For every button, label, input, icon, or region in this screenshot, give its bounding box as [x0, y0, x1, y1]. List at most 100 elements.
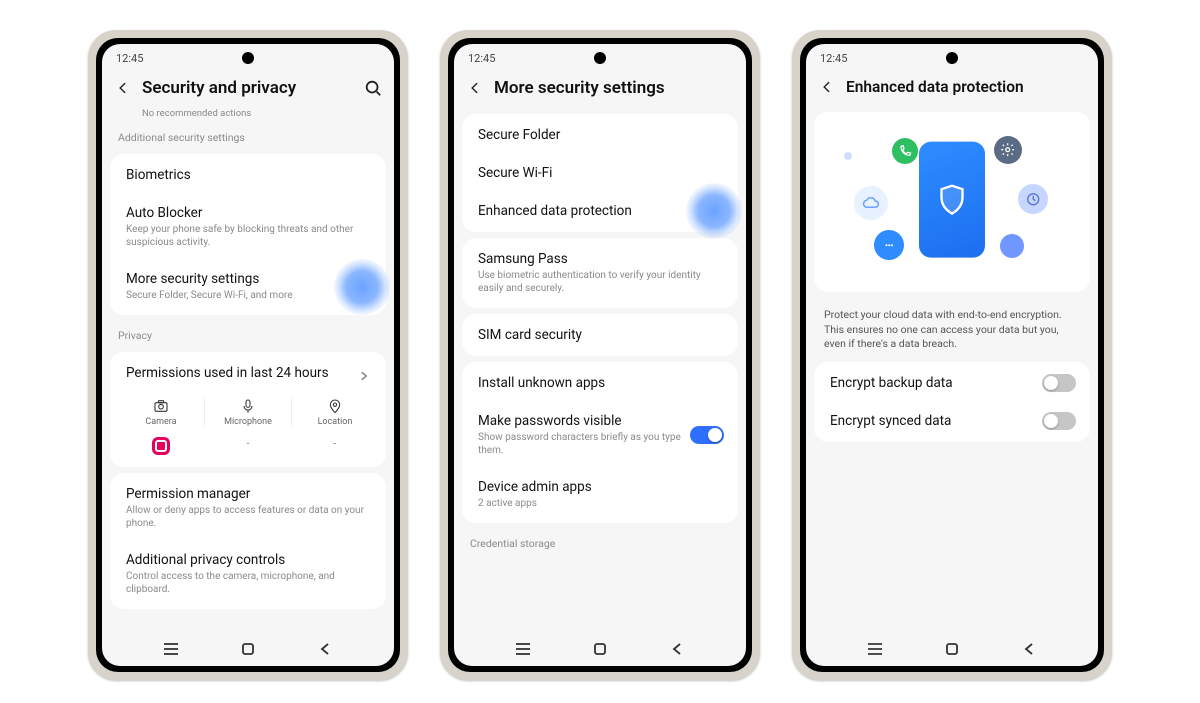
- perm-loc-label: Location: [318, 417, 353, 427]
- permission-manager-label: Permission manager: [126, 486, 370, 502]
- nav-back-button[interactable]: [1009, 639, 1049, 659]
- row-secure-folder[interactable]: Secure Folder: [462, 116, 738, 154]
- row-permission-manager[interactable]: Permission manager Allow or deny apps to…: [110, 475, 386, 541]
- row-install-unknown[interactable]: Install unknown apps: [462, 364, 738, 402]
- content-area: No recommended actions Additional securi…: [102, 108, 394, 632]
- more-security-label: More security settings: [126, 271, 370, 287]
- row-permissions-24h[interactable]: Permissions used in last 24 hours: [110, 354, 386, 392]
- app-icon: [152, 437, 170, 455]
- section-additional-label: Additional security settings: [102, 123, 394, 148]
- nav-back-button[interactable]: [657, 639, 697, 659]
- phone-bezel: 12:45 More security settings Secure Fold…: [448, 38, 752, 672]
- auto-blocker-label: Auto Blocker: [126, 205, 370, 221]
- title-bar: Security and privacy: [102, 72, 394, 108]
- search-icon[interactable]: [364, 79, 382, 97]
- encrypt-backup-label: Encrypt backup data: [830, 375, 1034, 391]
- enhanced-label: Enhanced data protection: [478, 203, 722, 219]
- back-button[interactable]: [114, 79, 132, 97]
- encrypt-backup-toggle[interactable]: [1042, 374, 1076, 392]
- card-permissions-24h: Permissions used in last 24 hours Camera…: [110, 352, 386, 467]
- nav-recents-button[interactable]: [855, 639, 895, 659]
- phone-call-icon: [892, 138, 918, 164]
- description-text: Protect your cloud data with end-to-end …: [806, 298, 1098, 356]
- clock-icon: [1018, 184, 1048, 214]
- phone-frame-2: 12:45 More security settings Secure Fold…: [440, 30, 760, 680]
- pwvis-sub: Show password characters briefly as you …: [478, 431, 682, 457]
- additional-privacy-sub: Control access to the camera, microphone…: [126, 570, 370, 596]
- page-title: Security and privacy: [142, 78, 354, 98]
- phone-frame-1: 12:45 Security and privacy No recommende…: [88, 30, 408, 680]
- status-time: 12:45: [468, 52, 495, 65]
- row-encrypt-synced[interactable]: Encrypt synced data: [814, 402, 1090, 440]
- card-additional-security: Biometrics Auto Blocker Keep your phone …: [110, 154, 386, 315]
- row-sim-security[interactable]: SIM card security: [462, 316, 738, 354]
- row-additional-privacy[interactable]: Additional privacy controls Control acce…: [110, 541, 386, 607]
- phone-bezel: 12:45 Security and privacy No recommende…: [96, 38, 400, 672]
- perm-col-microphone[interactable]: Microphone: [205, 398, 292, 427]
- title-bar: More security settings: [454, 72, 746, 108]
- nav-recents-button[interactable]: [151, 639, 191, 659]
- row-enhanced-data-protection[interactable]: Enhanced data protection: [462, 192, 738, 230]
- content-area: Protect your cloud data with end-to-end …: [806, 106, 1098, 632]
- sim-label: SIM card security: [478, 327, 722, 343]
- row-device-admin[interactable]: Device admin apps 2 active apps: [462, 468, 738, 521]
- more-security-sub: Secure Folder, Secure Wi-Fi, and more: [126, 289, 370, 302]
- perm-app-mic: -: [205, 437, 292, 455]
- section-privacy-label: Privacy: [102, 321, 394, 346]
- microphone-icon: [240, 398, 256, 414]
- nav-home-button[interactable]: [228, 639, 268, 659]
- no-recommended-text: No recommended actions: [102, 108, 394, 123]
- nav-recents-button[interactable]: [503, 639, 543, 659]
- back-button[interactable]: [466, 79, 484, 97]
- toggle-knob: [708, 428, 722, 442]
- auto-blocker-sub: Keep your phone safe by blocking threats…: [126, 223, 370, 249]
- card-encrypt-options: Encrypt backup data Encrypt synced data: [814, 362, 1090, 442]
- gear-icon: [994, 136, 1022, 164]
- card-samsung-pass: Samsung Pass Use biometric authenticatio…: [462, 238, 738, 308]
- row-encrypt-backup[interactable]: Encrypt backup data: [814, 364, 1090, 402]
- back-button[interactable]: [818, 78, 836, 96]
- nav-home-button[interactable]: [932, 639, 972, 659]
- status-time: 12:45: [116, 52, 143, 65]
- perm-col-location[interactable]: Location: [292, 398, 378, 427]
- row-secure-wifi[interactable]: Secure Wi-Fi: [462, 154, 738, 192]
- pwvis-toggle[interactable]: [690, 426, 724, 444]
- dot-icon: [1000, 234, 1024, 258]
- encrypt-synced-toggle[interactable]: [1042, 412, 1076, 430]
- toggle-knob: [1044, 414, 1058, 428]
- row-samsung-pass[interactable]: Samsung Pass Use biometric authenticatio…: [462, 240, 738, 306]
- card-install-pw: Install unknown apps Make passwords visi…: [462, 362, 738, 523]
- nav-bar: [454, 632, 746, 666]
- nav-home-button[interactable]: [580, 639, 620, 659]
- screen-security-privacy: 12:45 Security and privacy No recommende…: [102, 44, 394, 666]
- perm-col-camera[interactable]: Camera: [118, 398, 205, 427]
- screen-enhanced-data-protection: 12:45 Enhanced data protection Protect y…: [806, 44, 1098, 666]
- permissions-24h-label: Permissions used in last 24 hours: [126, 365, 329, 381]
- permissions-apps-row: - -: [110, 437, 386, 465]
- secure-folder-label: Secure Folder: [478, 127, 722, 143]
- install-unknown-label: Install unknown apps: [478, 375, 722, 391]
- perm-app-loc: -: [291, 437, 378, 455]
- row-more-security[interactable]: More security settings Secure Folder, Se…: [110, 260, 386, 313]
- nav-bar: [102, 632, 394, 666]
- phone-bezel: 12:45 Enhanced data protection Protect y…: [800, 38, 1104, 672]
- row-auto-blocker[interactable]: Auto Blocker Keep your phone safe by blo…: [110, 194, 386, 260]
- row-biometrics[interactable]: Biometrics: [110, 156, 386, 194]
- page-title: Enhanced data protection: [846, 78, 1086, 96]
- nav-back-button[interactable]: [305, 639, 345, 659]
- encrypt-synced-label: Encrypt synced data: [830, 413, 1034, 429]
- front-camera-dot: [242, 52, 254, 64]
- row-make-passwords-visible[interactable]: Make passwords visible Show password cha…: [462, 402, 738, 468]
- chevron-right-icon: [358, 367, 370, 379]
- perm-mic-label: Microphone: [224, 417, 272, 427]
- additional-privacy-label: Additional privacy controls: [126, 552, 370, 568]
- nav-bar: [806, 632, 1098, 666]
- content-area: Secure Folder Secure Wi-Fi Enhanced data…: [454, 108, 746, 632]
- section-credential-storage: Credential storage: [454, 529, 746, 554]
- front-camera-dot: [594, 52, 606, 64]
- card-sim: SIM card security: [462, 314, 738, 356]
- chat-icon: [874, 230, 904, 260]
- permissions-grid: Camera Microphone Location: [110, 392, 386, 437]
- status-time: 12:45: [820, 52, 847, 65]
- perm-app-camera[interactable]: [118, 437, 205, 455]
